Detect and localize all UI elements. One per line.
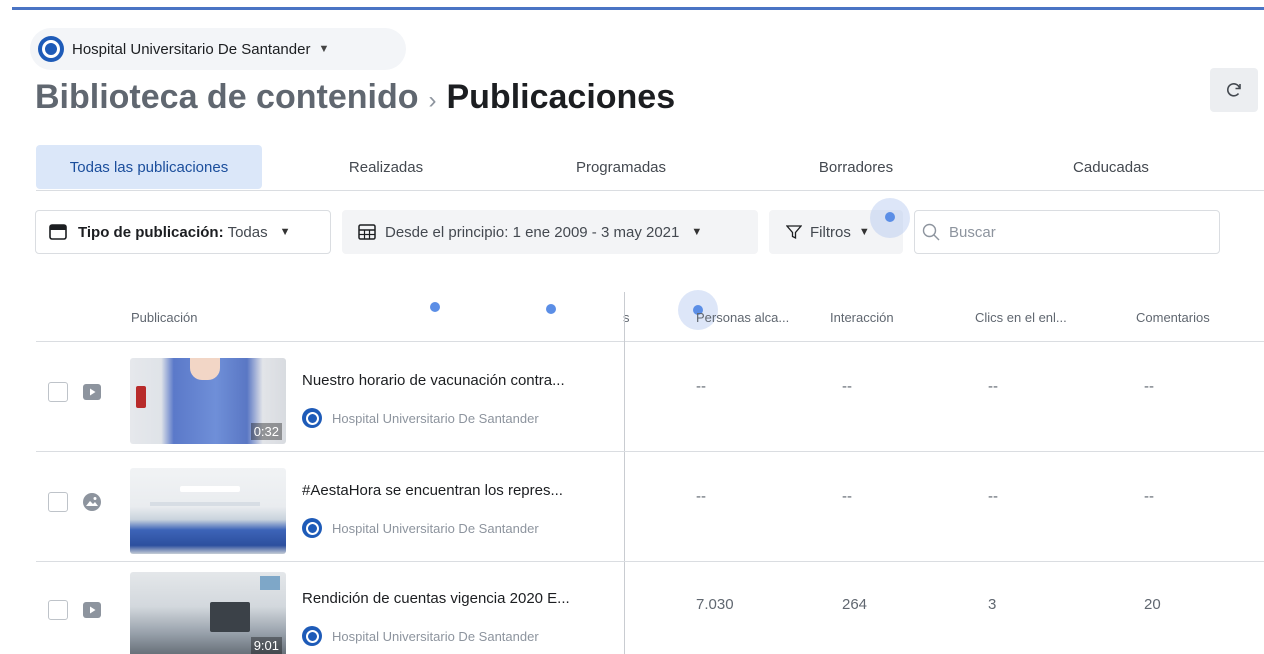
post-thumbnail[interactable]: 9:01 xyxy=(130,572,286,654)
post-type-value: Todas xyxy=(227,223,268,241)
table-row[interactable]: 0:32 Nuestro horario de vacunación contr… xyxy=(36,344,1264,452)
post-author: Hospital Universitario De Santander xyxy=(302,518,539,538)
post-title[interactable]: Nuestro horario de vacunación contra... xyxy=(302,372,565,389)
video-icon xyxy=(83,384,101,400)
table-header: Publicación s Personas alca... Interacci… xyxy=(36,292,1264,342)
chevron-down-icon: ▼ xyxy=(318,43,330,55)
filters-label: Filtros xyxy=(810,223,851,241)
column-header-reach[interactable]: Personas alca... xyxy=(696,310,789,325)
cell-engagement: 264 xyxy=(842,596,868,613)
breadcrumb-root[interactable]: Biblioteca de contenido xyxy=(35,78,418,117)
cell-engagement: -- xyxy=(842,378,852,395)
cell-link-clicks: 3 xyxy=(988,596,997,613)
post-author: Hospital Universitario De Santander xyxy=(302,408,539,428)
refresh-icon xyxy=(1227,83,1241,97)
author-name: Hospital Universitario De Santander xyxy=(332,628,539,644)
cell-reach: -- xyxy=(696,488,706,505)
column-header-link-clicks[interactable]: Clics en el enl... xyxy=(975,310,1067,325)
tab-all-posts[interactable]: Todas las publicaciones xyxy=(36,145,262,189)
page-name: Hospital Universitario De Santander xyxy=(72,40,311,58)
post-type-dropdown[interactable]: Tipo de publicación: Todas ▼ xyxy=(35,210,331,254)
row-checkbox[interactable] xyxy=(48,382,68,402)
date-range-dropdown[interactable]: Desde el principio: 1 ene 2009 - 3 may 2… xyxy=(342,210,758,254)
search-icon xyxy=(922,223,940,241)
row-checkbox[interactable] xyxy=(48,600,68,620)
cell-comments: 20 xyxy=(1144,596,1161,613)
tab-scheduled[interactable]: Programadas xyxy=(536,145,706,189)
video-icon xyxy=(83,602,101,618)
page-switcher[interactable]: Hospital Universitario De Santander ▼ xyxy=(30,28,406,70)
click-indicator-dot xyxy=(885,212,895,222)
table-row[interactable]: #AestaHora se encuentran los repres... H… xyxy=(36,454,1264,562)
refresh-button[interactable] xyxy=(1210,68,1258,112)
post-thumbnail[interactable] xyxy=(130,468,286,554)
tab-drafts[interactable]: Borradores xyxy=(776,145,936,189)
page-logo-icon xyxy=(302,626,322,646)
column-header-comments[interactable]: Comentarios xyxy=(1136,310,1210,325)
page-title: Publicaciones xyxy=(446,78,676,116)
table-row[interactable]: 9:01 Rendición de cuentas vigencia 2020 … xyxy=(36,562,1264,654)
top-accent-line xyxy=(12,7,1264,10)
cell-engagement: -- xyxy=(842,488,852,505)
post-author: Hospital Universitario De Santander xyxy=(302,626,539,646)
row-checkbox[interactable] xyxy=(48,492,68,512)
cell-link-clicks: -- xyxy=(988,378,998,395)
cell-reach: 7.030 xyxy=(696,596,734,613)
cell-link-clicks: -- xyxy=(988,488,998,505)
page-logo-icon xyxy=(38,36,64,62)
video-duration: 0:32 xyxy=(250,423,282,440)
breadcrumb: Biblioteca de contenido › Publicaciones xyxy=(35,78,675,117)
post-title[interactable]: Rendición de cuentas vigencia 2020 E... xyxy=(302,590,570,607)
cell-reach: -- xyxy=(696,378,706,395)
post-type-icon xyxy=(49,224,67,240)
author-name: Hospital Universitario De Santander xyxy=(332,410,539,426)
tab-published[interactable]: Realizadas xyxy=(306,145,466,189)
breadcrumb-separator: › xyxy=(428,87,437,114)
tab-expired[interactable]: Caducadas xyxy=(996,145,1226,189)
page-logo-icon xyxy=(302,518,322,538)
chevron-down-icon: ▼ xyxy=(279,226,291,238)
video-duration: 9:01 xyxy=(250,637,282,654)
author-name: Hospital Universitario De Santander xyxy=(332,520,539,536)
chevron-down-icon: ▼ xyxy=(691,226,703,238)
column-header-post[interactable]: Publicación xyxy=(131,310,198,325)
cell-comments: -- xyxy=(1144,378,1154,395)
filter-icon xyxy=(786,225,802,240)
chevron-down-icon: ▼ xyxy=(858,226,870,238)
tab-bar: Todas las publicaciones Realizadas Progr… xyxy=(36,145,1264,191)
column-header-engagement[interactable]: Interacción xyxy=(830,310,894,325)
search-box[interactable] xyxy=(914,210,1220,254)
page-logo-icon xyxy=(302,408,322,428)
post-thumbnail[interactable]: 0:32 xyxy=(130,358,286,444)
post-title[interactable]: #AestaHora se encuentran los repres... xyxy=(302,482,563,499)
search-input[interactable] xyxy=(949,223,1199,241)
photo-icon xyxy=(83,493,101,511)
date-range-value: Desde el principio: 1 ene 2009 - 3 may 2… xyxy=(385,223,680,241)
cell-comments: -- xyxy=(1144,488,1154,505)
calendar-icon xyxy=(358,224,376,240)
post-type-label: Tipo de publicación: xyxy=(78,223,224,241)
